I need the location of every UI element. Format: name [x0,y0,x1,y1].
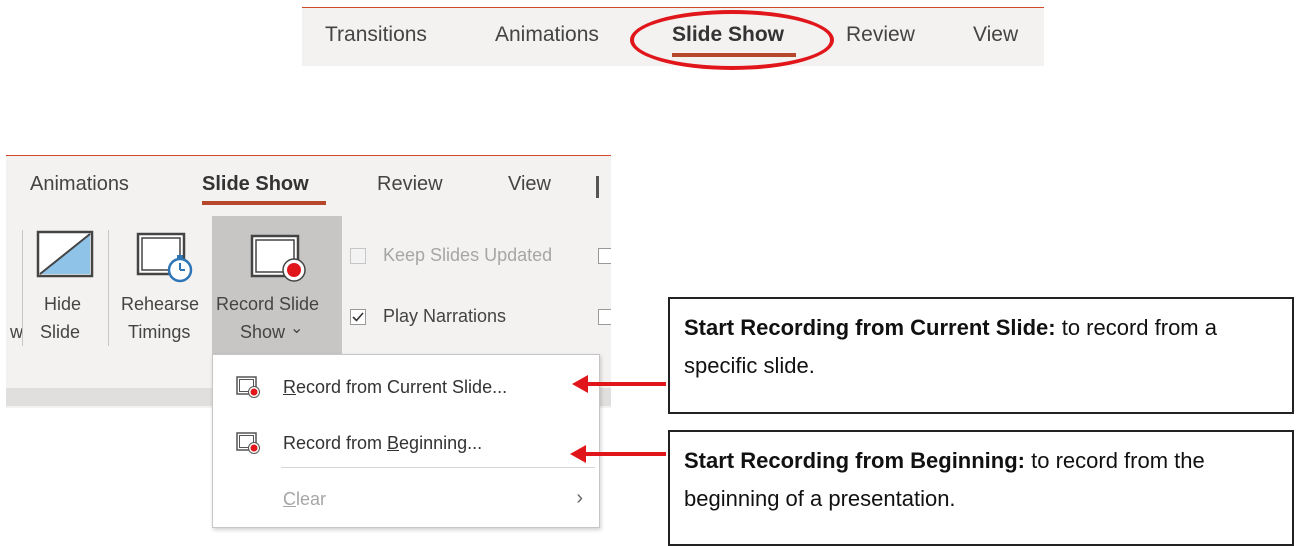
accelerator-key: C [283,489,296,509]
ribbon-active-underline [202,201,326,205]
checkmark-icon [352,312,364,322]
hide-slide-icon [36,230,94,278]
record-slide-icon [250,234,306,282]
menu-text: lear [296,489,327,509]
menu-text: ecord from Current Slide... [296,377,508,397]
menu-clear-label: Clear [283,489,326,510]
play-narrations-label: Play Narrations [383,306,507,326]
group-separator [108,230,109,346]
hide-slide-label-2: Slide [40,322,81,342]
arrow-line-current [586,382,666,386]
chevron-right-icon: › [576,487,583,509]
rehearse-label-2: Timings [128,322,191,342]
accelerator-key: R [283,377,296,397]
tab-view[interactable]: View [973,23,1018,47]
clipped-checkbox-1[interactable] [598,248,611,264]
arrow-head-current [572,375,588,393]
keep-slides-updated-checkbox[interactable] [350,248,366,264]
ribbon-tab-slide-show[interactable]: Slide Show [202,173,309,196]
callout-beginning-title: Start Recording from Beginning: [684,448,1025,473]
tab-animations[interactable]: Animations [495,23,599,47]
ribbon-tab-review[interactable]: Review [377,173,443,196]
rehearse-timings-icon [136,232,193,283]
ribbon-tab-clipped [596,176,599,198]
record-slide-small-icon [236,432,260,454]
menu-text: Record from [283,433,388,453]
menu-record-from-beginning-label: Record from Beginning... [283,433,482,454]
tab-review[interactable]: Review [846,23,915,47]
record-slide-small-icon [236,376,260,398]
menu-text: eginning... [399,433,483,453]
menu-record-from-current-label: Record from Current Slide... [283,377,507,398]
tab-transitions[interactable]: Transitions [325,23,427,47]
keep-slides-updated-label: Keep Slides Updated [383,245,553,265]
arrow-line-beginning [584,452,666,456]
arrow-head-beginning [570,445,586,463]
callout-beginning: Start Recording from Beginning: to recor… [668,430,1294,546]
menu-clear[interactable]: Clear › [213,479,599,519]
record-dropdown-menu: Record from Current Slide... Record from… [212,354,600,528]
callout-current-slide: Start Recording from Current Slide: to r… [668,297,1294,414]
menu-separator [281,467,595,468]
play-narrations-checkbox[interactable] [350,309,366,325]
hide-slide-label-1: Hide [44,294,82,314]
callout-current-title: Start Recording from Current Slide: [684,315,1056,340]
accelerator-key: B [387,433,400,453]
ribbon-tab-animations[interactable]: Animations [30,173,129,196]
menu-record-from-current[interactable]: Record from Current Slide... [213,367,599,407]
group-separator [22,230,23,346]
highlight-circle [630,10,834,70]
clipped-checkbox-2[interactable] [598,309,611,325]
record-label-2: Show [240,322,286,342]
record-dropdown-caret[interactable]: ⌄ [290,318,303,338]
ribbon-tab-view[interactable]: View [508,173,551,196]
record-label-1: Record Slide [216,294,320,314]
rehearse-label-1: Rehearse [121,294,200,314]
menu-record-from-beginning[interactable]: Record from Beginning... [213,423,599,463]
